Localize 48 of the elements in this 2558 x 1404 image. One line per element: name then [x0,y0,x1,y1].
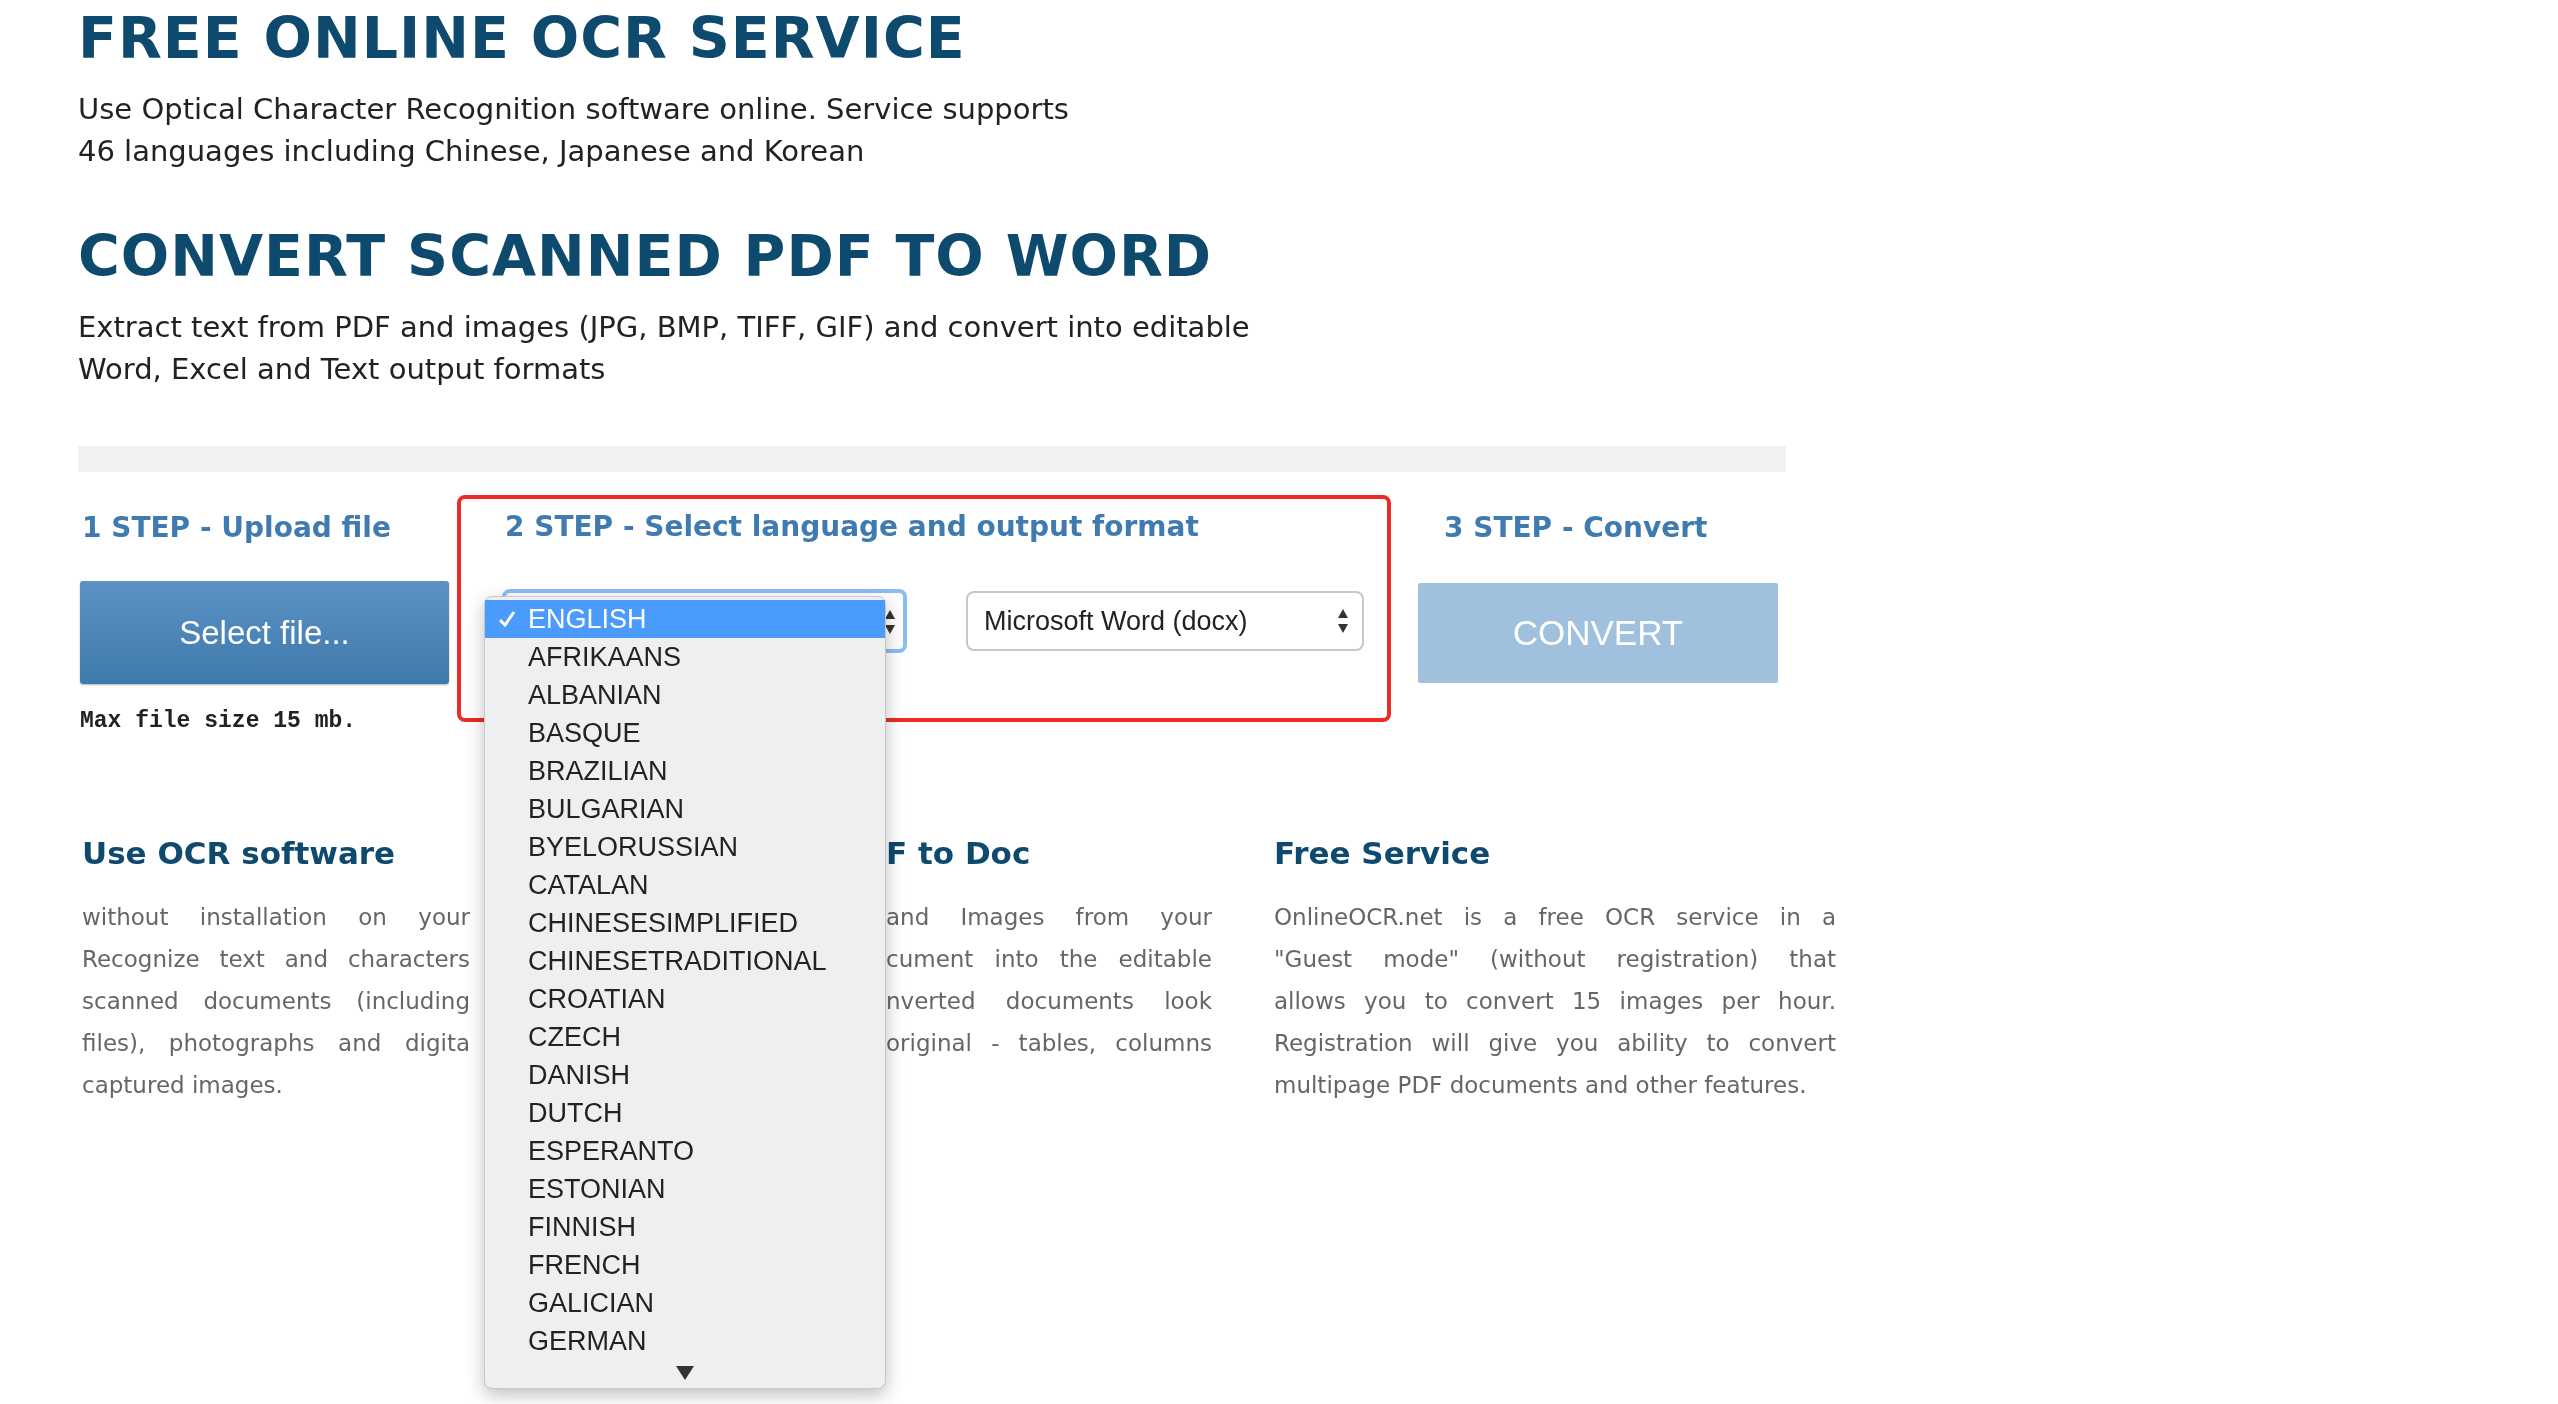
format-select[interactable]: Microsoft Word (docx) [966,591,1364,651]
page-heading: FREE ONLINE OCR SERVICE [78,6,967,70]
language-option[interactable]: ESPERANTO [485,1132,885,1170]
description-text: Use Optical Character Recognition software online. Service supports 46 languages including Chinese, Japanese and Korean [78,91,1070,170]
feature-heading: Free Service [1274,834,1492,873]
feature-text-line: nverted documents look [886,987,1212,1016]
language-option[interactable]: BRAZILIAN [485,752,885,790]
language-option[interactable]: GERMAN [485,1322,885,1360]
file-size-note: Max file size 15 mb. [80,708,358,734]
feature-text-line: scanned documents (including [82,987,470,1016]
language-option[interactable]: FINNISH [485,1208,885,1246]
checkmark-icon [498,610,516,628]
language-option[interactable]: DANISH [485,1056,885,1094]
feature-text-line: OnlineOCR.net is a free OCR service in a [1274,903,1836,932]
feature-text-line: files), photographs and digita [82,1029,470,1058]
language-option[interactable]: FRENCH [485,1246,885,1284]
language-option[interactable]: ESTONIAN [485,1170,885,1208]
feature-text-line: without installation on your [82,903,470,932]
language-option[interactable]: GALICIAN [485,1284,885,1322]
step-heading: 2 STEP - Select language and output format [505,509,1200,545]
feature-text-line: "Guest mode" (without registration) that [1274,945,1836,974]
page-heading: CONVERT SCANNED PDF TO WORD [78,224,1214,288]
feature-text-line: multipage PDF documents and other features. [1274,1071,1808,1100]
step-heading: 1 STEP - Upload file [81,510,392,546]
select-file-button[interactable]: Select file... [80,581,449,684]
language-option[interactable]: BULGARIAN [485,790,885,828]
language-option[interactable]: CROATIAN [485,980,885,1018]
language-option[interactable]: ALBANIAN [485,676,885,714]
language-option[interactable]: DUTCH [485,1094,885,1132]
language-option[interactable]: BYELORUSSIAN [485,828,885,866]
language-option[interactable]: CHINESETRADITIONAL [485,942,885,980]
feature-text-line: original - tables, columns [886,1029,1212,1058]
feature-text-line: Registration will give you ability to convert [1274,1029,1836,1058]
description-text: Extract text from PDF and images (JPG, BMP, TIFF, GIF) and convert into editable Word, Excel and Text output formats [78,309,1251,388]
feature-text-line: allows you to convert 15 images per hour. [1274,987,1836,1016]
language-option[interactable]: CZECH [485,1018,885,1056]
language-option[interactable]: AFRIKAANS [485,638,885,676]
language-option[interactable]: CATALAN [485,866,885,904]
step-heading: 3 STEP - Convert [1443,510,1709,546]
feature-heading: F to Doc [886,834,1032,873]
feature-text-line: and Images from your [886,903,1212,932]
feature-text-line: captured images. [82,1071,284,1100]
language-option[interactable]: CHINESESIMPLIFIED [485,904,885,942]
feature-text-line: cument into the editable [886,945,1212,974]
feature-heading: Use OCR software [82,834,397,873]
feature-text-line: Recognize text and characters [82,945,470,974]
scroll-down-icon[interactable] [676,1366,694,1380]
language-option[interactable]: BASQUE [485,714,885,752]
